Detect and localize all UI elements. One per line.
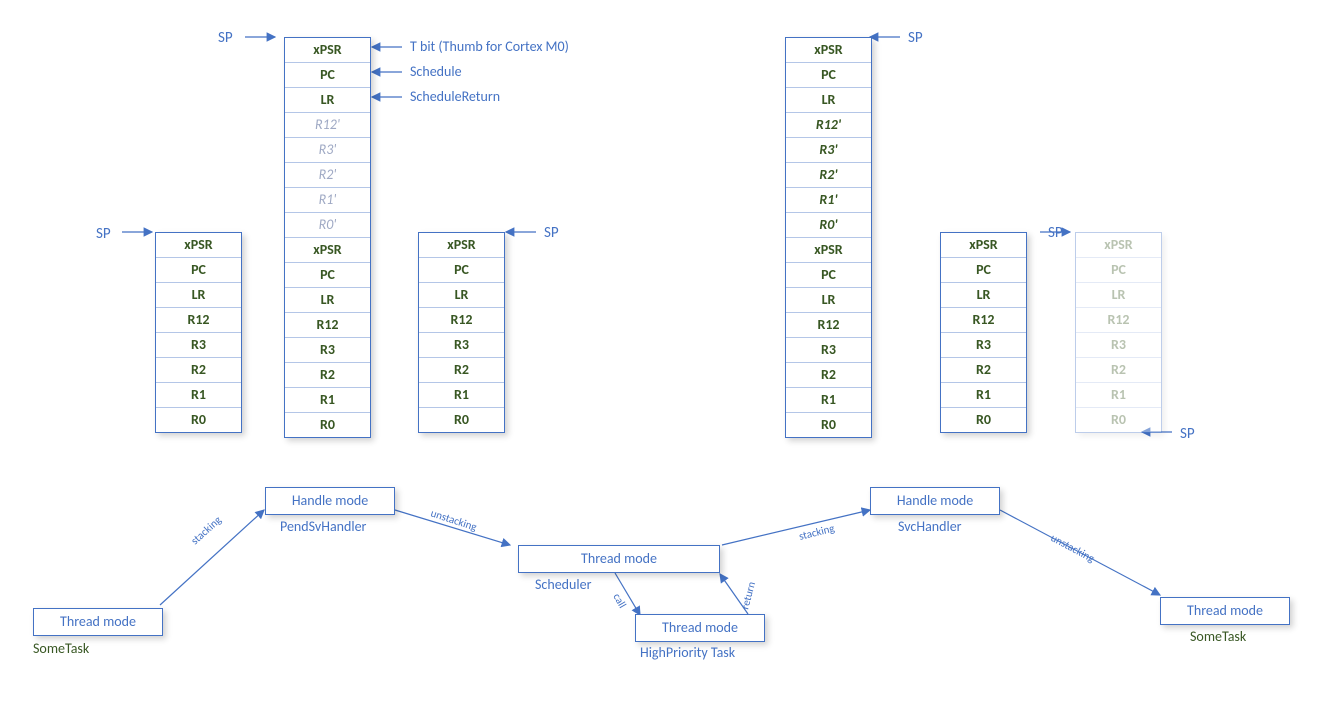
reg: R1 bbox=[941, 383, 1026, 408]
reg: LR bbox=[419, 283, 504, 308]
modebox-thread-1: Thread mode bbox=[33, 608, 163, 636]
reg: R12 bbox=[156, 308, 241, 333]
reg: PC bbox=[285, 63, 370, 88]
modebox-thread-sched: Thread mode bbox=[518, 545, 720, 573]
reg: R0 bbox=[285, 413, 370, 437]
stack-6: xPSR PC LR R12 R3 R2 R1 R0 bbox=[1075, 232, 1162, 433]
sp-label-4: SP bbox=[908, 29, 923, 47]
reg: R1 bbox=[156, 383, 241, 408]
reg: R1' bbox=[786, 188, 871, 213]
edge-call: call bbox=[610, 591, 629, 610]
reg: xPSR bbox=[285, 38, 370, 63]
reg: R2 bbox=[1076, 358, 1161, 383]
reg: R0 bbox=[786, 413, 871, 437]
modebox-thread-hipri: Thread mode bbox=[635, 614, 765, 642]
reg: xPSR bbox=[786, 38, 871, 63]
reg: R12' bbox=[786, 113, 871, 138]
reg: R3 bbox=[941, 333, 1026, 358]
reg: R3 bbox=[419, 333, 504, 358]
reg: PC bbox=[786, 263, 871, 288]
reg: xPSR bbox=[156, 233, 241, 258]
reg: PC bbox=[419, 258, 504, 283]
reg: xPSR bbox=[941, 233, 1026, 258]
reg: R12 bbox=[941, 308, 1026, 333]
edge-unstacking-1: unstacking bbox=[429, 506, 478, 533]
reg: R1 bbox=[419, 383, 504, 408]
reg: R1' bbox=[285, 188, 370, 213]
reg: R0' bbox=[786, 213, 871, 238]
reg: LR bbox=[1076, 283, 1161, 308]
annot-schedret: ScheduleReturn bbox=[410, 88, 500, 105]
reg: R2 bbox=[941, 358, 1026, 383]
reg: R2 bbox=[285, 363, 370, 388]
edge-stacking-2: stacking bbox=[798, 522, 836, 543]
modebox-handle-2: Handle mode bbox=[870, 487, 1000, 515]
reg: xPSR bbox=[786, 238, 871, 263]
reg: R3 bbox=[1076, 333, 1161, 358]
reg: R0 bbox=[156, 408, 241, 432]
reg: R12 bbox=[419, 308, 504, 333]
sp-label-2: SP bbox=[218, 29, 233, 47]
annot-tbit: T bit (Thumb for Cortex M0) bbox=[410, 38, 569, 55]
lbl-hipri: HighPriority Task bbox=[640, 644, 735, 661]
reg: PC bbox=[1076, 258, 1161, 283]
lbl-sometask-2: SomeTask bbox=[1190, 628, 1246, 645]
sp-label-1: SP bbox=[96, 225, 111, 243]
reg: R3 bbox=[786, 338, 871, 363]
reg: R3' bbox=[786, 138, 871, 163]
edge-unstacking-2: unstacking bbox=[1049, 531, 1097, 565]
lbl-pendsv: PendSvHandler bbox=[280, 518, 366, 535]
reg: R2 bbox=[419, 358, 504, 383]
reg: R2' bbox=[786, 163, 871, 188]
modebox-handle-1: Handle mode bbox=[265, 487, 395, 515]
reg: R2' bbox=[285, 163, 370, 188]
reg: R1 bbox=[786, 388, 871, 413]
reg: LR bbox=[285, 288, 370, 313]
stack-3: xPSR PC LR R12 R3 R2 R1 R0 bbox=[418, 232, 505, 433]
stack-4: xPSR PC LR R12' R3' R2' R1' R0' xPSR PC … bbox=[785, 37, 872, 438]
edge-return: return bbox=[738, 580, 758, 611]
reg: R3 bbox=[285, 338, 370, 363]
reg: xPSR bbox=[419, 233, 504, 258]
reg: LR bbox=[941, 283, 1026, 308]
reg: R0' bbox=[285, 213, 370, 238]
stack-2: xPSR PC LR R12' R3' R2' R1' R0' xPSR PC … bbox=[284, 37, 371, 438]
reg: PC bbox=[786, 63, 871, 88]
reg: R3' bbox=[285, 138, 370, 163]
reg: R1 bbox=[1076, 383, 1161, 408]
reg: LR bbox=[786, 288, 871, 313]
sp-label-6: SP bbox=[1180, 425, 1195, 443]
reg: PC bbox=[285, 263, 370, 288]
reg: xPSR bbox=[1076, 233, 1161, 258]
reg: R1 bbox=[285, 388, 370, 413]
sp-label-3: SP bbox=[544, 224, 559, 242]
reg: R12' bbox=[285, 113, 370, 138]
reg: R2 bbox=[786, 363, 871, 388]
lbl-svc: SvcHandler bbox=[898, 518, 962, 535]
annot-sched: Schedule bbox=[410, 63, 462, 80]
reg: PC bbox=[941, 258, 1026, 283]
reg: R12 bbox=[285, 313, 370, 338]
reg: R12 bbox=[1076, 308, 1161, 333]
reg: LR bbox=[156, 283, 241, 308]
reg: R12 bbox=[786, 313, 871, 338]
lbl-sometask-1: SomeTask bbox=[33, 640, 89, 657]
reg: LR bbox=[285, 88, 370, 113]
reg: xPSR bbox=[285, 238, 370, 263]
reg: R0 bbox=[941, 408, 1026, 432]
modebox-thread-2: Thread mode bbox=[1160, 597, 1290, 625]
stack-1: xPSR PC LR R12 R3 R2 R1 R0 bbox=[155, 232, 242, 433]
reg: PC bbox=[156, 258, 241, 283]
sp-label-5: SP bbox=[1048, 224, 1063, 242]
reg: LR bbox=[786, 88, 871, 113]
reg: R0 bbox=[419, 408, 504, 432]
lbl-scheduler: Scheduler bbox=[535, 576, 591, 593]
reg: R3 bbox=[156, 333, 241, 358]
reg: R0 bbox=[1076, 408, 1161, 432]
reg: R2 bbox=[156, 358, 241, 383]
edge-stacking-1: stacking bbox=[188, 513, 224, 547]
stack-5: xPSR PC LR R12 R3 R2 R1 R0 bbox=[940, 232, 1027, 433]
